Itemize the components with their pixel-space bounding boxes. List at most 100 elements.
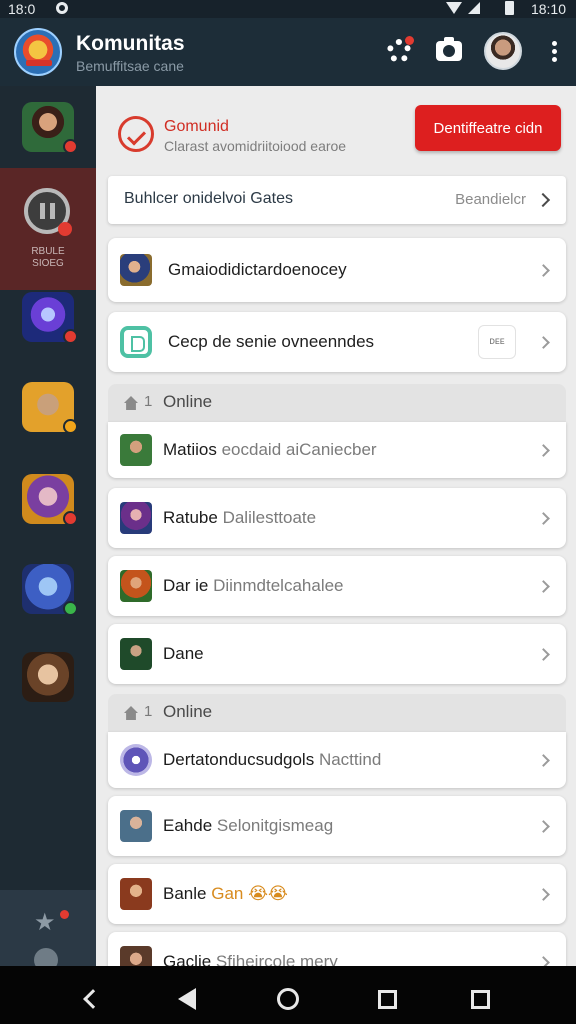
server-sidebar: RBULE SIOEG ★	[0, 86, 96, 972]
table-row[interactable]: Eahde Selonitgismeag	[108, 796, 566, 856]
top-card[interactable]: Buhlcer onidelvoi Gates Beandielcr	[108, 176, 566, 224]
status-time-left: 18:0	[8, 1, 36, 17]
server-elf-avatar-icon[interactable]	[22, 382, 78, 434]
app-tile-icon	[120, 326, 152, 358]
banner-subtitle: Clarast avomidriitoiood earoe	[164, 138, 347, 154]
home-icon	[124, 706, 138, 720]
member-name: Matiios	[163, 440, 217, 459]
section-label: Online	[163, 702, 213, 721]
home-circle-icon[interactable]	[277, 988, 299, 1010]
chevron-right-icon	[537, 512, 550, 525]
member-avatar-icon	[120, 946, 152, 966]
member-name: Ratube	[163, 508, 218, 527]
table-row[interactable]: Dane	[108, 624, 566, 684]
app-header: Komunitas Bemuffitsae cane	[0, 18, 576, 86]
table-row[interactable]: Ratube Dalilesttoate	[108, 488, 566, 548]
card-label: Gmaiodidictardoenocey	[168, 260, 347, 279]
section-count: 1	[144, 703, 153, 720]
member-name: Gaclie	[163, 952, 212, 966]
camera-icon	[436, 37, 462, 61]
card-label: Cecp de senie ovneenndes	[168, 332, 375, 351]
chevron-right-icon	[535, 192, 551, 208]
sync-icon	[56, 2, 68, 14]
server-badge	[63, 139, 78, 154]
star-icon[interactable]: ★	[34, 908, 56, 937]
table-row[interactable]: Dar ie Diinmdtelcahalee	[108, 556, 566, 616]
settings-button[interactable]	[382, 32, 416, 70]
member-avatar-icon	[120, 638, 152, 670]
server-mage-avatar-icon[interactable]	[22, 564, 78, 616]
page-title: Komunitas	[76, 32, 185, 55]
server-badge	[63, 419, 78, 434]
list-card[interactable]: Gmaiodidictardoenocey	[108, 238, 566, 302]
server-wizard-avatar-icon[interactable]	[22, 292, 78, 344]
server-badge	[63, 511, 78, 526]
section-count: 1	[144, 393, 153, 410]
server-label-line1: RBULE	[31, 246, 65, 257]
member-status: Selonitgismeag	[216, 816, 334, 835]
top-card-label: Buhlcer onidelvoi Gates	[124, 190, 293, 207]
member-name: Dertatonducsudgols	[163, 750, 315, 769]
home-icon	[124, 396, 138, 410]
chevron-right-icon	[537, 580, 550, 593]
overview-icon[interactable]	[471, 990, 490, 1009]
section-header-online: 1 Online	[108, 694, 566, 734]
member-status: eocdaid aiCaniecber	[221, 440, 377, 459]
chevron-right-icon	[537, 820, 550, 833]
server-hero-avatar-icon[interactable]	[22, 652, 74, 702]
server-warrior-avatar-icon[interactable]	[22, 102, 78, 154]
app-logo-icon[interactable]	[14, 28, 62, 76]
top-card-right-label: Beandielcr	[455, 191, 526, 208]
server-badge	[63, 329, 78, 344]
list-card[interactable]: Cecp de senie ovneenndes ᴅᴇᴇ	[108, 312, 566, 372]
battery-icon	[505, 1, 514, 15]
chevron-right-icon	[537, 648, 550, 661]
recents-icon[interactable]	[378, 990, 397, 1009]
signal-icon	[468, 2, 480, 14]
section-header-online: 1 Online	[108, 384, 566, 424]
member-status: Sfiheircole mery	[215, 952, 338, 966]
chevron-right-icon	[537, 956, 550, 966]
banner-title: Gomunid	[164, 118, 229, 135]
member-avatar-icon	[120, 878, 152, 910]
status-time-right: 18:10	[530, 1, 566, 17]
chevron-right-icon	[537, 754, 550, 767]
emoji-reaction: 😭😭	[248, 884, 288, 903]
table-row[interactable]: Dertatonducsudgols Nacttind	[108, 732, 566, 788]
notification-badge	[60, 910, 69, 919]
member-avatar-icon	[120, 434, 152, 466]
member-status: Nacttind	[318, 750, 382, 769]
table-row[interactable]: Banle Gan 😭😭	[108, 864, 566, 924]
chevron-right-icon	[537, 444, 550, 457]
member-avatar-icon	[120, 570, 152, 602]
member-status: Gan	[211, 884, 244, 903]
game-thumbnail-icon	[120, 254, 152, 286]
avatar[interactable]	[484, 32, 522, 70]
server-selected[interactable]: RBULE SIOEG	[0, 168, 96, 290]
member-avatar-icon	[120, 744, 152, 776]
chevron-right-icon	[537, 264, 550, 277]
wifi-icon	[446, 2, 462, 14]
table-row[interactable]: Matiios eocdaid aiCaniecber	[108, 422, 566, 478]
member-status: Dalilesttoate	[222, 508, 317, 527]
system-nav-bar	[0, 966, 576, 1024]
chevron-right-icon	[537, 336, 550, 349]
camera-button[interactable]	[432, 32, 466, 70]
notification-badge	[405, 36, 414, 45]
more-options-icon[interactable]	[544, 38, 564, 66]
member-avatar-icon	[120, 502, 152, 534]
member-name: Banle	[163, 884, 207, 903]
member-name: Dar ie	[163, 576, 209, 595]
server-badge	[63, 601, 78, 616]
member-avatar-icon	[120, 810, 152, 842]
table-row[interactable]: Gaclie Sfiheircole mery	[108, 932, 566, 966]
chevron-left-icon[interactable]	[83, 989, 103, 1009]
member-name: Dane	[163, 644, 204, 663]
server-sorceress-avatar-icon[interactable]	[22, 474, 78, 526]
back-icon[interactable]	[178, 988, 196, 1010]
main-content: Gomunid Clarast avomidriitoiood earoe De…	[96, 86, 576, 966]
server-badge	[58, 222, 72, 236]
check-circle-icon	[118, 116, 154, 152]
banner-action-button[interactable]: Dentiffeatre cidn	[415, 105, 561, 151]
community-banner: Gomunid Clarast avomidriitoiood earoe De…	[106, 94, 566, 174]
